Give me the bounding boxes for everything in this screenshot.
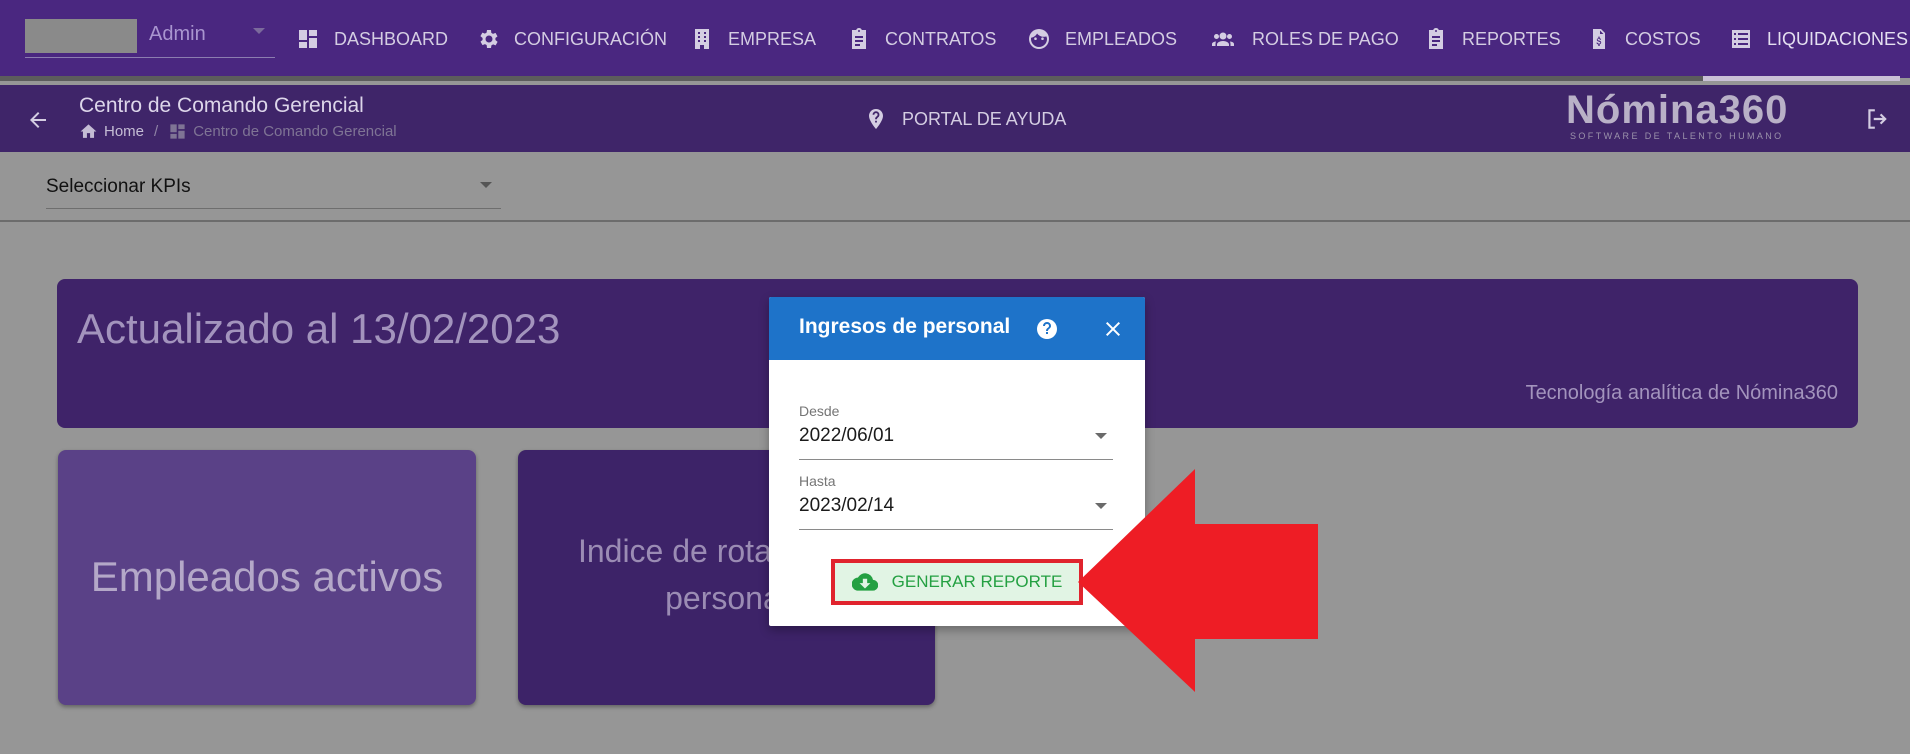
date-from-field[interactable]: Desde 2022/06/01 (799, 403, 1113, 460)
nav-label: ROLES DE PAGO (1252, 28, 1399, 49)
help-circle-icon (869, 109, 883, 129)
banner-title: Actualizado al 13/02/2023 (77, 305, 561, 352)
date-to-value: 2023/02/14 (799, 495, 895, 516)
chevron-down-icon (480, 182, 492, 188)
cloud-download-icon (851, 573, 878, 591)
kpi-select-label: Seleccionar KPIs (46, 176, 191, 197)
brand-logo: Nómina360 (1566, 88, 1789, 132)
nav-label: EMPLEADOS (1065, 28, 1178, 49)
face-icon (1029, 29, 1049, 49)
gear-icon (480, 30, 498, 48)
nav-active-indicator (1703, 76, 1900, 81)
list-icon (1732, 30, 1750, 48)
kpi-card-empleados-activos[interactable]: Empleados activos (58, 450, 476, 705)
dialog-header: Ingresos de personal (769, 297, 1145, 360)
nav-contratos[interactable]: CONTRATOS (847, 24, 996, 54)
building-icon (695, 29, 709, 49)
home-icon (80, 124, 97, 138)
invoice-icon (1593, 29, 1605, 49)
dashboard-icon (170, 124, 185, 139)
nav-label: COSTOS (1625, 28, 1701, 49)
breadcrumb-separator: / (154, 123, 159, 140)
user-name: Admin (149, 23, 206, 45)
generate-report-label: GENERAR REPORTE (891, 572, 1063, 591)
clipboard-icon (1429, 28, 1443, 49)
card-title: Empleados activos (90, 553, 444, 601)
banner-subtitle: Tecnología analítica de Nómina360 (1525, 382, 1838, 404)
date-from-label: Desde (799, 403, 840, 419)
breadcrumb-current: Centro de Comando Gerencial (193, 123, 397, 140)
nav-empresa[interactable]: EMPRESA (690, 24, 816, 54)
clipboard-icon (852, 28, 866, 49)
help-portal-link[interactable]: PORTAL DE AYUDA (864, 107, 1066, 131)
nav-label: CONTRATOS (885, 28, 997, 49)
chevron-down-icon (253, 28, 265, 34)
annotation-arrow (1078, 469, 1318, 692)
help-icon[interactable] (1035, 317, 1059, 341)
date-to-field[interactable]: Hasta 2023/02/14 (799, 473, 1113, 530)
nav-label: EMPRESA (728, 28, 817, 49)
nav-roles-de-pago[interactable]: ROLES DE PAGO (1208, 24, 1399, 54)
brand-tagline: SOFTWARE DE TALENTO HUMANO (1570, 131, 1784, 141)
nav-costos[interactable]: COSTOS (1587, 24, 1701, 54)
chevron-down-icon (1095, 433, 1107, 439)
dialog-title: Ingresos de personal (799, 315, 1011, 338)
page-title: Centro de Comando Gerencial (79, 94, 364, 117)
group-icon (1212, 32, 1234, 46)
date-to-label: Hasta (799, 473, 836, 489)
breadcrumb-home[interactable]: Home (104, 123, 144, 140)
arrow-back-icon[interactable] (26, 108, 50, 132)
user-selector[interactable]: Admin (25, 19, 275, 58)
nav-reportes[interactable]: REPORTES (1424, 24, 1561, 54)
user-avatar-redacted (25, 19, 137, 53)
nav-liquidaciones[interactable]: LIQUIDACIONES (1729, 24, 1908, 54)
nav-empleados[interactable]: EMPLEADOS (1027, 24, 1177, 54)
help-portal-label: PORTAL DE AYUDA (902, 108, 1067, 129)
nav-configuracion[interactable]: CONFIGURACIÓN (476, 24, 667, 54)
nav-divider (0, 76, 1703, 81)
nav-label: DASHBOARD (334, 28, 449, 49)
logout-icon[interactable] (1864, 106, 1890, 132)
nav-label: CONFIGURACIÓN (514, 28, 667, 49)
nav-label: LIQUIDACIONES (1767, 28, 1909, 49)
date-from-value: 2022/06/01 (799, 425, 895, 446)
nav-dashboard[interactable]: DASHBOARD (296, 24, 448, 54)
breadcrumb: Home / Centro de Comando Gerencial (79, 122, 397, 141)
close-icon[interactable] (1101, 317, 1125, 341)
nav-label: REPORTES (1462, 28, 1561, 49)
kpi-select[interactable]: Seleccionar KPIs (46, 172, 501, 209)
generate-report-button[interactable]: GENERAR REPORTE (831, 559, 1083, 605)
dashboard-icon (299, 30, 317, 48)
